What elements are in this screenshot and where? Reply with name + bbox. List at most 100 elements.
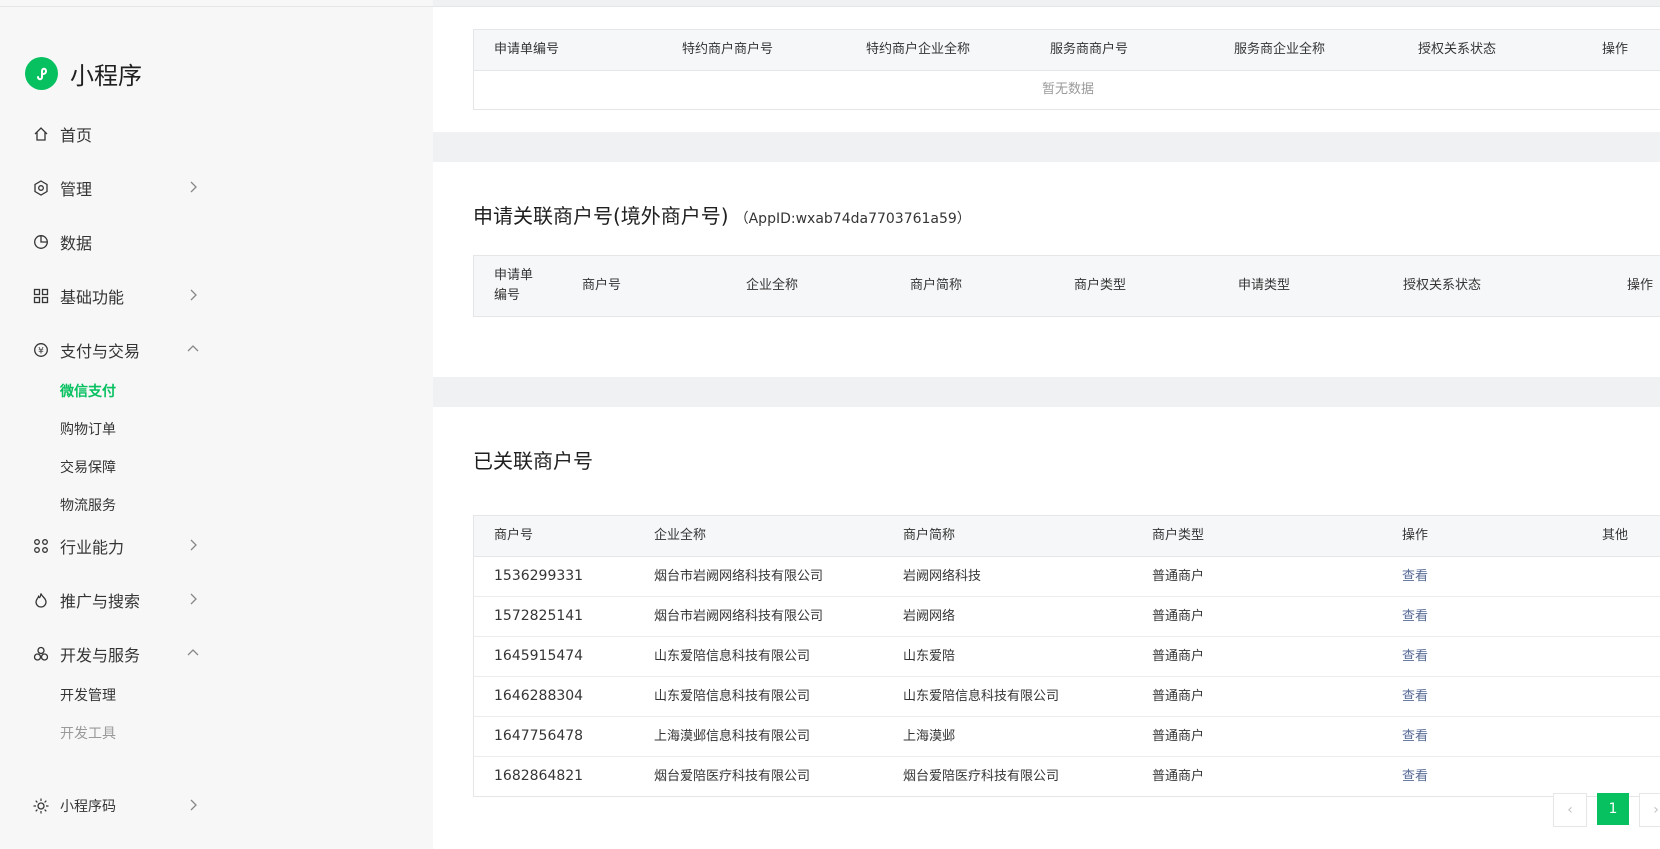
cell-type: 普通商户: [1152, 729, 1205, 744]
appid-text: （AppID:wxab74da7703761a59）: [734, 211, 971, 227]
table-row: 1536299331 烟台市岩阙网络科技有限公司 岩阙网络科技 普通商户 查看: [474, 557, 1660, 597]
col-header: 企业全称: [654, 528, 707, 543]
page-number-button[interactable]: 1: [1597, 793, 1629, 825]
sub-item-wechat-pay[interactable]: 微信支付: [60, 381, 116, 401]
nav-label: 小程序码: [60, 799, 116, 815]
nav-mini-program-code[interactable]: 小程序码: [32, 793, 200, 819]
cell-short-name: 山东爱陪: [903, 649, 956, 664]
sidebar: 小程序 首页 管理 数据 基础功能 ¥ 支付与交易 微信支付 购物订单 交易保障…: [0, 0, 433, 849]
nav-promotion[interactable]: 推广与搜索: [32, 587, 200, 613]
yen-icon: ¥: [32, 341, 50, 359]
view-link[interactable]: 查看: [1402, 717, 1428, 756]
cell-short-name: 岩阙网络科技: [903, 569, 982, 584]
cell-type: 普通商户: [1152, 609, 1205, 624]
cell-short-name: 上海漠邺: [903, 729, 956, 744]
col-header: 服务商商户号: [1050, 42, 1129, 57]
cell-merchant-id: 1646288304: [494, 688, 584, 704]
view-link[interactable]: 查看: [1402, 597, 1428, 636]
nav-basic-functions[interactable]: 基础功能: [32, 283, 200, 309]
home-icon: [32, 125, 50, 143]
sub-merchant-table: 申请单编号 特约商户商户号 特约商户企业全称 服务商商户号 服务商企业全称 授权…: [473, 29, 1660, 110]
sub-item-dev-tools[interactable]: 开发工具: [60, 723, 116, 743]
view-link[interactable]: 查看: [1402, 757, 1428, 796]
empty-state-text: 暂无数据: [1041, 82, 1094, 97]
flame-icon: [32, 591, 50, 609]
cell-type: 普通商户: [1152, 649, 1205, 664]
chevron-right-icon: [190, 181, 197, 193]
linked-merchant-panel: 已关联商户号 商户号 企业全称 商户简称 商户类型 操作 其他 15362993…: [433, 407, 1660, 849]
chevron-up-icon: [187, 345, 199, 352]
settings-icon: [32, 179, 50, 197]
chevron-right-icon: [190, 539, 197, 551]
col-header: 商户类型: [1074, 278, 1127, 293]
cluster-icon: [32, 645, 50, 663]
chart-pie-icon: [32, 233, 50, 251]
table-header: 申请单编号 特约商户商户号 特约商户企业全称 服务商商户号 服务商企业全称 授权…: [474, 30, 1660, 71]
col-header: 商户号: [582, 278, 622, 293]
view-link[interactable]: 查看: [1402, 557, 1428, 596]
sub-item-dev-management[interactable]: 开发管理: [60, 685, 116, 705]
overseas-table: 申请单 编号 商户号 企业全称 商户简称 商户类型 申请类型 授权关系状态 操作: [473, 255, 1660, 317]
nav-label: 行业能力: [60, 538, 125, 557]
chevron-up-icon: [187, 649, 199, 656]
next-page-button[interactable]: ›: [1639, 793, 1660, 827]
app-title: 小程序: [70, 62, 142, 90]
col-header: 操作: [1627, 278, 1654, 293]
table-row: 1682864821 烟台爱陪医疗科技有限公司 烟台爱陪医疗科技有限公司 普通商…: [474, 757, 1660, 796]
linked-merchant-table: 商户号 企业全称 商户简称 商户类型 操作 其他 1536299331 烟台市岩…: [473, 515, 1660, 797]
nav-label: 推广与搜索: [60, 592, 141, 611]
col-header: 商户简称: [903, 528, 956, 543]
chevron-right-icon: [190, 593, 197, 605]
nodes-icon: [32, 537, 50, 555]
nav-home[interactable]: 首页: [32, 121, 200, 147]
cell-company: 烟台市岩阙网络科技有限公司: [654, 569, 824, 584]
nav-payment[interactable]: ¥ 支付与交易: [32, 337, 200, 363]
prev-page-button[interactable]: ‹: [1553, 793, 1587, 827]
cell-company: 烟台市岩阙网络科技有限公司: [654, 609, 824, 624]
overseas-title: 申请关联商户号(境外商户号): [473, 204, 729, 228]
col-header-apply-no: 申请单 编号: [494, 266, 533, 306]
nav-label: 管理: [60, 180, 93, 199]
section-title: 申请关联商户号(境外商户号) （AppID:wxab74da7703761a59）: [473, 200, 971, 229]
cell-company: 山东爱陪信息科技有限公司: [654, 649, 811, 664]
col-header: 商户号: [494, 528, 534, 543]
app-logo[interactable]: 小程序: [25, 56, 142, 91]
cell-merchant-id: 1536299331: [494, 568, 584, 584]
nav-data[interactable]: 数据: [32, 229, 200, 255]
nav-industry[interactable]: 行业能力: [32, 533, 200, 559]
chevron-right-icon: [190, 289, 197, 301]
cell-merchant-id: 1572825141: [494, 608, 584, 624]
nav-label: 支付与交易: [60, 342, 141, 361]
col-header: 授权关系状态: [1403, 278, 1482, 293]
view-link[interactable]: 查看: [1402, 677, 1428, 716]
table-header: 申请单 编号 商户号 企业全称 商户简称 商户类型 申请类型 授权关系状态 操作: [474, 256, 1660, 316]
nav-dev-services[interactable]: 开发与服务: [32, 641, 200, 667]
nav-manage[interactable]: 管理: [32, 175, 200, 201]
sub-item-shopping-orders[interactable]: 购物订单: [60, 419, 116, 439]
cell-type: 普通商户: [1152, 569, 1205, 584]
table-row: 1646288304 山东爱陪信息科技有限公司 山东爱陪信息科技有限公司 普通商…: [474, 677, 1660, 717]
table-row: 1647756478 上海漠邺信息科技有限公司 上海漠邺 普通商户 查看: [474, 717, 1660, 757]
grid-icon: [32, 287, 50, 305]
cell-merchant-id: 1682864821: [494, 768, 584, 784]
svg-text:¥: ¥: [38, 347, 44, 357]
table-body: 1536299331 烟台市岩阙网络科技有限公司 岩阙网络科技 普通商户 查看 …: [474, 557, 1660, 796]
linked-title: 已关联商户号: [473, 449, 593, 473]
nav-label: 基础功能: [60, 288, 125, 307]
sub-item-logistics[interactable]: 物流服务: [60, 495, 116, 515]
col-header: 特约商户商户号: [682, 42, 774, 57]
col-header: 申请类型: [1238, 278, 1291, 293]
cell-short-name: 烟台爱陪医疗科技有限公司: [903, 769, 1060, 784]
nav-label: 首页: [60, 126, 93, 145]
cell-type: 普通商户: [1152, 769, 1205, 784]
cell-company: 烟台爱陪医疗科技有限公司: [654, 769, 811, 784]
view-link[interactable]: 查看: [1402, 637, 1428, 676]
cell-type: 普通商户: [1152, 689, 1205, 704]
chevron-right-icon: [190, 799, 197, 811]
col-header: 其他: [1602, 528, 1629, 543]
col-header: 特约商户企业全称: [866, 42, 971, 57]
col-header: 操作: [1402, 528, 1429, 543]
sub-item-trade-guarantee[interactable]: 交易保障: [60, 457, 116, 477]
col-header: 授权关系状态: [1418, 42, 1497, 57]
cell-short-name: 山东爱陪信息科技有限公司: [903, 689, 1060, 704]
